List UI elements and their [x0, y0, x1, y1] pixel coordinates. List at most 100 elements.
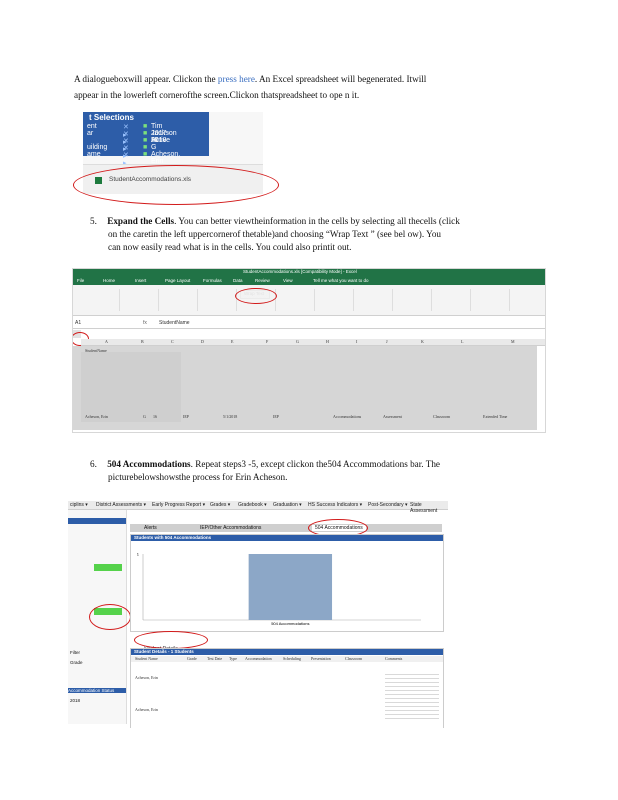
tab-alerts[interactable]: Alerts: [144, 525, 157, 531]
excel-titlebar: StudentAccommodations.xls [Compatibility…: [73, 269, 545, 277]
data-cell: 5/1/2018: [223, 414, 238, 419]
tab-bar: Alerts IEP/Other Accommodations 504 Acco…: [130, 524, 442, 532]
column-header-row: A B C D E F G H I J K L M: [81, 339, 545, 346]
status-dot-icon: ■: [143, 144, 148, 151]
excel-screenshot: StudentAccommodations.xls [Compatibility…: [72, 268, 546, 433]
column-header-k[interactable]: K: [421, 339, 424, 344]
nav-hs-success-indicators[interactable]: HS Success Indicators ▾: [308, 502, 362, 508]
tab-iep-other[interactable]: IEP/Other Accommodations: [200, 525, 261, 531]
step6-line-2: picturebelowshowsthe process for Erin Ac…: [108, 472, 288, 482]
step6-number: 6.: [90, 459, 97, 469]
step6-paragraph: 6. 504 Accommodations. Repeat steps3 -5,…: [90, 458, 550, 484]
column-header-e[interactable]: E: [231, 339, 233, 344]
step5-number: 5.: [90, 216, 97, 226]
selection-row[interactable]: ame✕ ▸■Acheson, Erin: [87, 151, 180, 167]
column-header-a[interactable]: A: [105, 339, 108, 344]
annotation-ring-wrap-text: [235, 288, 277, 304]
x-tick-label: 504 Accommodations: [271, 621, 309, 626]
tab-home[interactable]: Home: [103, 278, 115, 283]
intro-text-a: A dialogueboxwill appear. Clickon the: [74, 74, 218, 84]
press-here-link[interactable]: press here: [218, 74, 255, 84]
col-student-name[interactable]: Student Name: [135, 656, 158, 661]
data-cell: G: [143, 414, 146, 419]
nav-district-assessments[interactable]: District Assessments ▾: [96, 502, 146, 508]
nav-graduation[interactable]: Graduation ▾: [273, 502, 302, 508]
col-classroom[interactable]: Classroom: [345, 656, 362, 661]
tab-data[interactable]: Data: [233, 278, 243, 283]
details-table: Student Details - 1 Students Student Nam…: [130, 648, 444, 728]
student-row-name-2[interactable]: Acheson, Erin: [135, 707, 158, 712]
selection-row[interactable]: ent ✕ ▸ ■ Tim Jackson HI: [87, 123, 177, 144]
annotation-ring-download: [73, 165, 279, 205]
comments-block: [385, 671, 439, 721]
bar-chart: 504 Accommodations 1: [137, 552, 421, 626]
left-filter-label: Filter: [70, 650, 80, 655]
tab-file[interactable]: File: [77, 278, 84, 283]
column-header-c[interactable]: C: [171, 339, 174, 344]
step6-text-1: . Repeat steps3 -5, except clickon the50…: [190, 459, 440, 469]
status-dot-icon: ■: [143, 137, 148, 144]
formula-input[interactable]: StudentName: [159, 320, 190, 326]
nav-post-secondary[interactable]: Post-Secondary ▾: [368, 502, 407, 508]
tab-formulas[interactable]: Formulas: [203, 278, 222, 283]
excel-ribbon-tabs: File Home Insert Page Layout Formulas Da…: [73, 277, 545, 285]
step5-line-3: can now easily read what is in the cells…: [108, 242, 352, 252]
selection-row[interactable]: uilding ✕ ▸ ■ G: [87, 144, 156, 160]
step5-text-1: . You can better viewtheinformation in t…: [174, 216, 460, 226]
tab-view[interactable]: View: [283, 278, 293, 283]
data-cell: Classroom: [433, 414, 451, 419]
top-nav-bar: ciplins ▾ District Assessments ▾ Early P…: [68, 501, 448, 514]
column-header-g[interactable]: G: [296, 339, 299, 344]
left-grade-label: Grade: [70, 660, 83, 665]
column-header-f[interactable]: F: [266, 339, 268, 344]
tab-page-layout[interactable]: Page Layout: [165, 278, 190, 283]
col-test-date[interactable]: Test Date: [207, 656, 222, 661]
nav-early-progress-report[interactable]: Early Progress Report ▾: [152, 502, 205, 508]
details-header: Student Details - 1 Students: [131, 649, 443, 655]
step6-title: 504 Accommodations: [107, 459, 191, 469]
col-accommodation[interactable]: Accommodation: [245, 656, 272, 661]
data-cell: IEP: [273, 414, 279, 419]
step5-line-2: on the caretin the left uppercornerof th…: [108, 229, 442, 239]
nav-disciplines[interactable]: ciplins ▾: [70, 502, 88, 508]
intro-line-2: appear in the lowerleft cornerofthe scre…: [74, 90, 360, 100]
col-comments[interactable]: Comments: [385, 656, 402, 661]
student-row-name[interactable]: Acheson, Erin: [135, 675, 158, 680]
excel-ribbon: Wrap Text: [73, 285, 545, 316]
data-cell: IEP: [183, 414, 189, 419]
status-dot-icon: ■: [143, 130, 148, 137]
column-header-b[interactable]: B: [141, 339, 144, 344]
name-box[interactable]: A1: [75, 320, 81, 326]
column-header-l[interactable]: L: [461, 339, 463, 344]
step6-line-1: 6. 504 Accommodations. Repeat steps3 -5,…: [90, 458, 550, 471]
col-scheduling[interactable]: Scheduling: [283, 656, 301, 661]
data-cell: 16: [153, 414, 157, 419]
nav-grades[interactable]: Grades ▾: [210, 502, 230, 508]
formula-bar: A1 fx StudentName: [73, 318, 545, 329]
col-type[interactable]: Type: [229, 656, 237, 661]
tab-review[interactable]: Review: [255, 278, 270, 283]
annotation-ring-export: [134, 631, 208, 649]
app-screenshot: ciplins ▾ District Assessments ▾ Early P…: [68, 496, 448, 728]
step5-paragraph: 5. Expand the Cells. You can better view…: [90, 215, 550, 254]
column-header-h[interactable]: H: [326, 339, 329, 344]
green-highlight-1: [94, 564, 122, 571]
col-presentation[interactable]: Presentation: [311, 656, 331, 661]
selected-cells-area[interactable]: StudentName Acheson, Erin G 16 IEP 5/1/2…: [73, 346, 537, 430]
column-header-d[interactable]: D: [201, 339, 204, 344]
tab-insert[interactable]: Insert: [135, 278, 146, 283]
tell-me-search[interactable]: Tell me what you want to do: [313, 278, 369, 283]
bar-504-accommodations[interactable]: [248, 554, 333, 620]
selection-row[interactable]: ar ✕ ▸ ■ 2017-2018: [87, 130, 169, 146]
column-header-m[interactable]: M: [511, 339, 515, 344]
nav-state-assessment[interactable]: State Assessment: [410, 502, 448, 514]
col-grade[interactable]: Grade: [187, 656, 197, 661]
status-dot-icon: ■: [143, 151, 148, 158]
data-cell: Assessment: [383, 414, 402, 419]
details-title: Student Details - 1 Students: [134, 649, 194, 654]
status-dot-icon: ■: [143, 123, 148, 130]
column-header-i[interactable]: I: [356, 339, 357, 344]
intro-line-1: A dialogueboxwill appear. Clickon the pr…: [74, 73, 544, 86]
nav-gradebook[interactable]: Gradebook ▾: [238, 502, 267, 508]
column-header-j[interactable]: J: [386, 339, 388, 344]
